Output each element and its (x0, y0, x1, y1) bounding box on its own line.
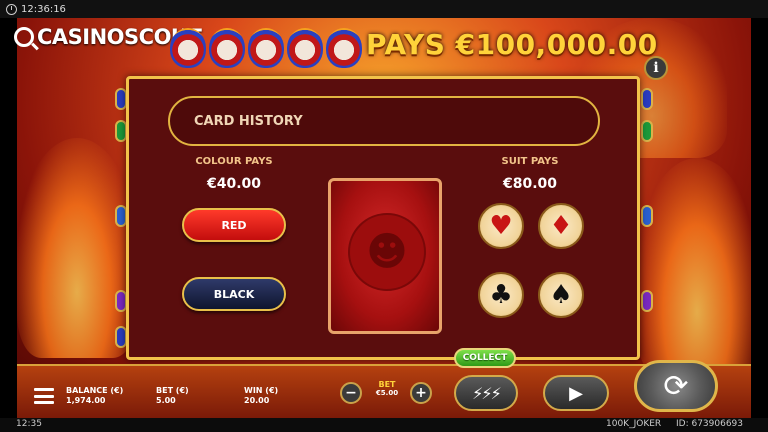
joker-heads (170, 28, 362, 68)
face-down-card: ☻ (328, 178, 442, 334)
joker-head-icon (170, 28, 206, 68)
bet-selector-label: BET (378, 380, 396, 389)
game-id: ID: 673906693 (676, 419, 744, 429)
refresh-icon: ⟳ (663, 368, 689, 404)
magnifier-icon (14, 27, 34, 47)
spin-button[interactable]: ⟳ (634, 360, 718, 412)
card-history-bar: CARD HISTORY (168, 96, 600, 146)
hearts-button[interactable]: ♥ (478, 203, 524, 249)
reel-gem-icon (641, 88, 653, 110)
clock-icon (6, 3, 17, 15)
bet-selector-value: €5.00 (375, 389, 399, 397)
diamonds-button[interactable]: ♦ (538, 203, 584, 249)
colour-pays-amount: €40.00 (206, 176, 262, 192)
reel-gem-icon (641, 120, 653, 142)
suit-pays-amount: €80.00 (502, 176, 558, 192)
joker-emblem-icon: ☻ (348, 213, 426, 291)
jackpot-text: PAYS €100,000.00 (366, 28, 658, 61)
balance-label: BALANCE (€) (66, 386, 124, 395)
colour-pays-label: COLOUR PAYS (195, 156, 273, 167)
win-label: WIN (€) (244, 386, 279, 395)
bet-label: BET (€) (156, 386, 189, 395)
balance-value: 1,974.00 (66, 396, 106, 405)
spades-button[interactable]: ♠ (538, 272, 584, 318)
suit-pays-label: SUIT PAYS (501, 156, 559, 167)
bet-selector: BET €5.00 (366, 380, 408, 404)
info-button[interactable]: i (644, 56, 668, 80)
bet-value: 5.00 (156, 396, 176, 405)
lightning-icon: ⚡⚡⚡ (472, 383, 502, 403)
reel-gem-icon (641, 290, 653, 312)
footer-bar: 12:35 100K_JOKER ID: 673906693 (0, 418, 768, 432)
flame-left (17, 138, 137, 358)
status-bar: 12:36:16 (0, 0, 768, 18)
red-button[interactable]: RED (182, 208, 286, 242)
menu-icon[interactable] (34, 388, 54, 404)
game-name: 100K_JOKER (606, 419, 662, 429)
joker-head-icon (326, 28, 362, 68)
win-value: 20.00 (244, 396, 270, 405)
play-icon: ▶ (569, 382, 583, 404)
joker-head-icon (248, 28, 284, 68)
reel-gem-icon (641, 205, 653, 227)
bet-decrease-button[interactable]: − (340, 382, 362, 404)
joker-head-icon (287, 28, 323, 68)
footer-time: 12:35 (16, 419, 42, 429)
joker-head-icon (209, 28, 245, 68)
black-button[interactable]: BLACK (182, 277, 286, 311)
autoplay-button[interactable]: ▶ (543, 375, 609, 411)
bet-increase-button[interactable]: + (410, 382, 432, 404)
collect-button[interactable]: COLLECT (454, 348, 516, 368)
status-time: 12:36:16 (21, 3, 66, 15)
flame-right (637, 158, 751, 378)
turbo-button[interactable]: ⚡⚡⚡ (454, 375, 518, 411)
clubs-button[interactable]: ♣ (478, 272, 524, 318)
